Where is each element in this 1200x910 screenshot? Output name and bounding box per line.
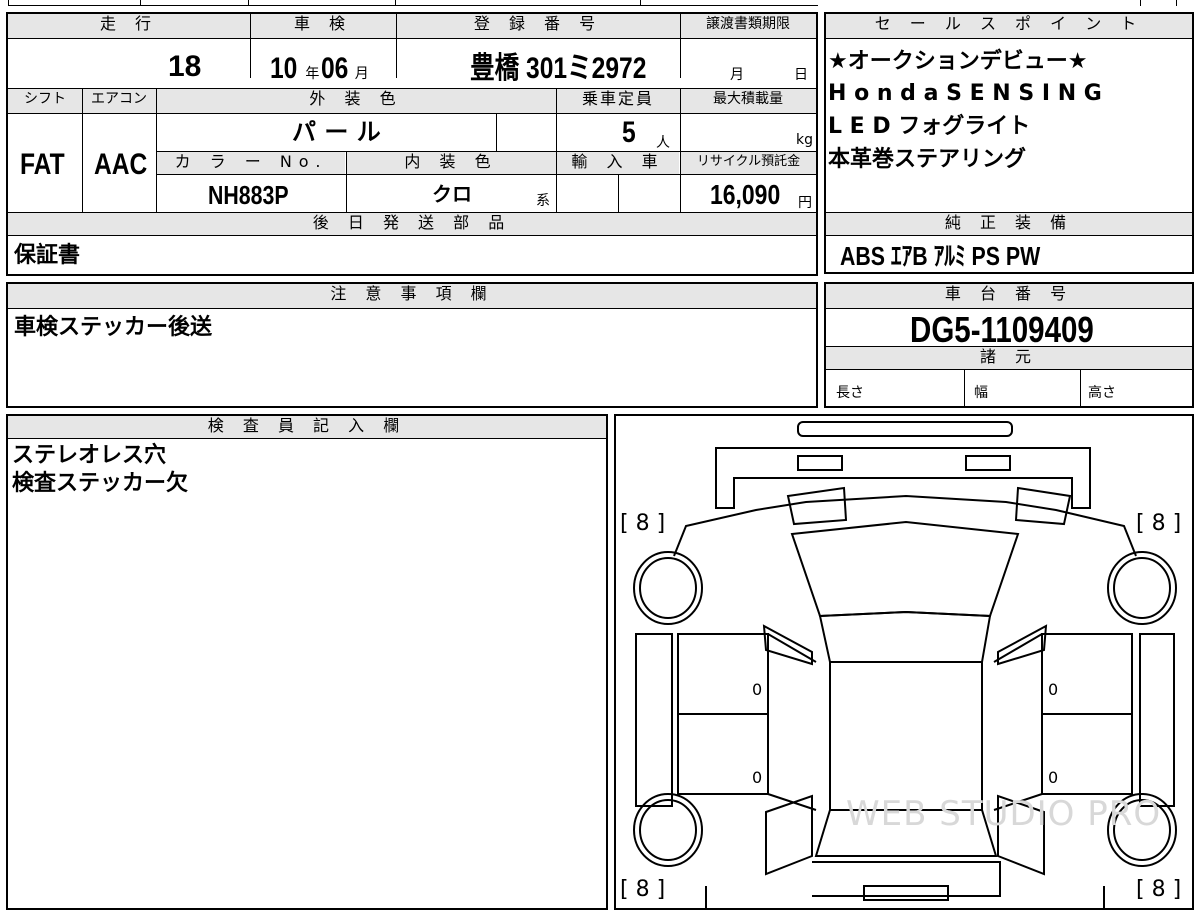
registration-header: 登 録 番 号 <box>396 14 680 38</box>
spec-width-label: 幅 <box>974 385 988 401</box>
chassis-box: 車 台 番 号 DG5-1109409 諸 元 長さ 幅 高さ <box>824 282 1194 408</box>
car-damage-diagram: [ 8 ] [ 8 ] [ 8 ] [ 8 ] 0 0 0 0 WEB STUD… <box>614 414 1194 910</box>
shift-value: FAT <box>20 148 65 181</box>
exterior-color-value: パ ー ル <box>292 118 381 146</box>
transfer-day: 日 <box>794 67 808 83</box>
spec-length-label: 長さ <box>836 385 864 401</box>
shaken-header: 車 検 <box>250 14 396 38</box>
inspector-line-2: 検査ステッカー欠 <box>12 471 189 496</box>
later-parts-header: 後 日 発 送 部 品 <box>8 213 816 235</box>
equipment-value: ABS ｴｱB ｱﾙﾐ PS PW <box>840 241 1041 271</box>
watermark: WEB STUDIO PRO <box>846 794 1162 834</box>
recycle-fee-value: 16,090 <box>710 179 781 210</box>
recycle-fee-unit: 円 <box>798 195 812 211</box>
mileage-value: 18 km <box>168 50 248 117</box>
sales-point-1: ★オークションデビュー★ <box>828 49 1088 74</box>
panel-mark-rear-left: 0 <box>752 768 763 787</box>
sales-points-header: セ ー ル ス ポ イ ン ト <box>826 14 1192 38</box>
equipment-header: 純 正 装 備 <box>826 213 1192 235</box>
specs-header: 諸 元 <box>826 347 1192 369</box>
inspector-line-1: ステレオレス穴 <box>12 443 167 468</box>
max-load-header: 最大積載量 <box>680 89 816 113</box>
capacity-value: 5 <box>622 116 636 149</box>
color-no-header: カ ラ ー No. <box>157 152 345 174</box>
notes-value: 車検ステッカー後送 <box>14 315 213 340</box>
mileage-header: 走 行 <box>8 14 250 38</box>
panel-mark-rear-right: 0 <box>1048 768 1059 787</box>
shaken-value: 10 年06 月 <box>270 52 369 85</box>
tire-tread-front-left: [ 8 ] <box>620 511 666 536</box>
notes-header: 注 意 事 項 欄 <box>8 284 816 308</box>
color-no-value: NH883P <box>208 180 289 210</box>
later-parts-value: 保証書 <box>14 243 81 268</box>
interior-color-value: クロ <box>432 182 472 206</box>
panel-mark-front-left: 0 <box>752 680 763 699</box>
ac-header: エアコン <box>82 89 156 113</box>
inspector-header: 検 査 員 記 入 欄 <box>8 416 606 438</box>
import-header: 輸 入 車 <box>557 152 679 174</box>
sales-points-box: セ ー ル ス ポ イ ン ト ★オークションデビュー★ H o n d a S… <box>824 12 1194 274</box>
sales-point-2: H o n d a S E N S I N G <box>828 81 1102 106</box>
recycle-fee-header: リサイクル預託金 <box>681 152 816 174</box>
top-strip <box>0 0 1200 8</box>
sales-point-3: L E D フォグライト <box>828 114 1031 139</box>
capacity-header: 乗車定員 <box>556 89 680 113</box>
inspector-box: 検 査 員 記 入 欄 ステレオレス穴 検査ステッカー欠 <box>6 414 608 910</box>
chassis-header: 車 台 番 号 <box>826 284 1192 308</box>
transfer-month: 月 <box>730 67 744 83</box>
chassis-number: DG5-1109409 <box>910 309 1094 350</box>
registration-number: 豊橋 301ミ2972 <box>470 52 647 85</box>
car-outline-icon <box>633 421 1177 908</box>
sales-point-4: 本革巻ステアリング <box>828 147 1027 172</box>
tire-tread-front-right: [ 8 ] <box>1136 511 1182 536</box>
capacity-unit: 人 <box>656 135 670 151</box>
vehicle-info-table: 走 行 車 検 登 録 番 号 譲渡書類期限 18 km 10年06月 豊橋 3… <box>6 12 818 276</box>
spec-height-label: 高さ <box>1088 385 1116 401</box>
max-load-unit: kg <box>796 132 813 148</box>
notes-box: 注 意 事 項 欄 車検ステッカー後送 <box>6 282 818 408</box>
ac-value: AAC <box>94 148 148 181</box>
transfer-deadline-header: 譲渡書類期限 <box>680 14 816 38</box>
exterior-color-header: 外 装 色 <box>156 89 556 113</box>
interior-color-suffix: 系 <box>536 193 550 209</box>
shift-header: シフト <box>8 89 82 113</box>
interior-color-header: 内 装 色 <box>346 152 556 174</box>
panel-mark-front-right: 0 <box>1048 680 1059 699</box>
